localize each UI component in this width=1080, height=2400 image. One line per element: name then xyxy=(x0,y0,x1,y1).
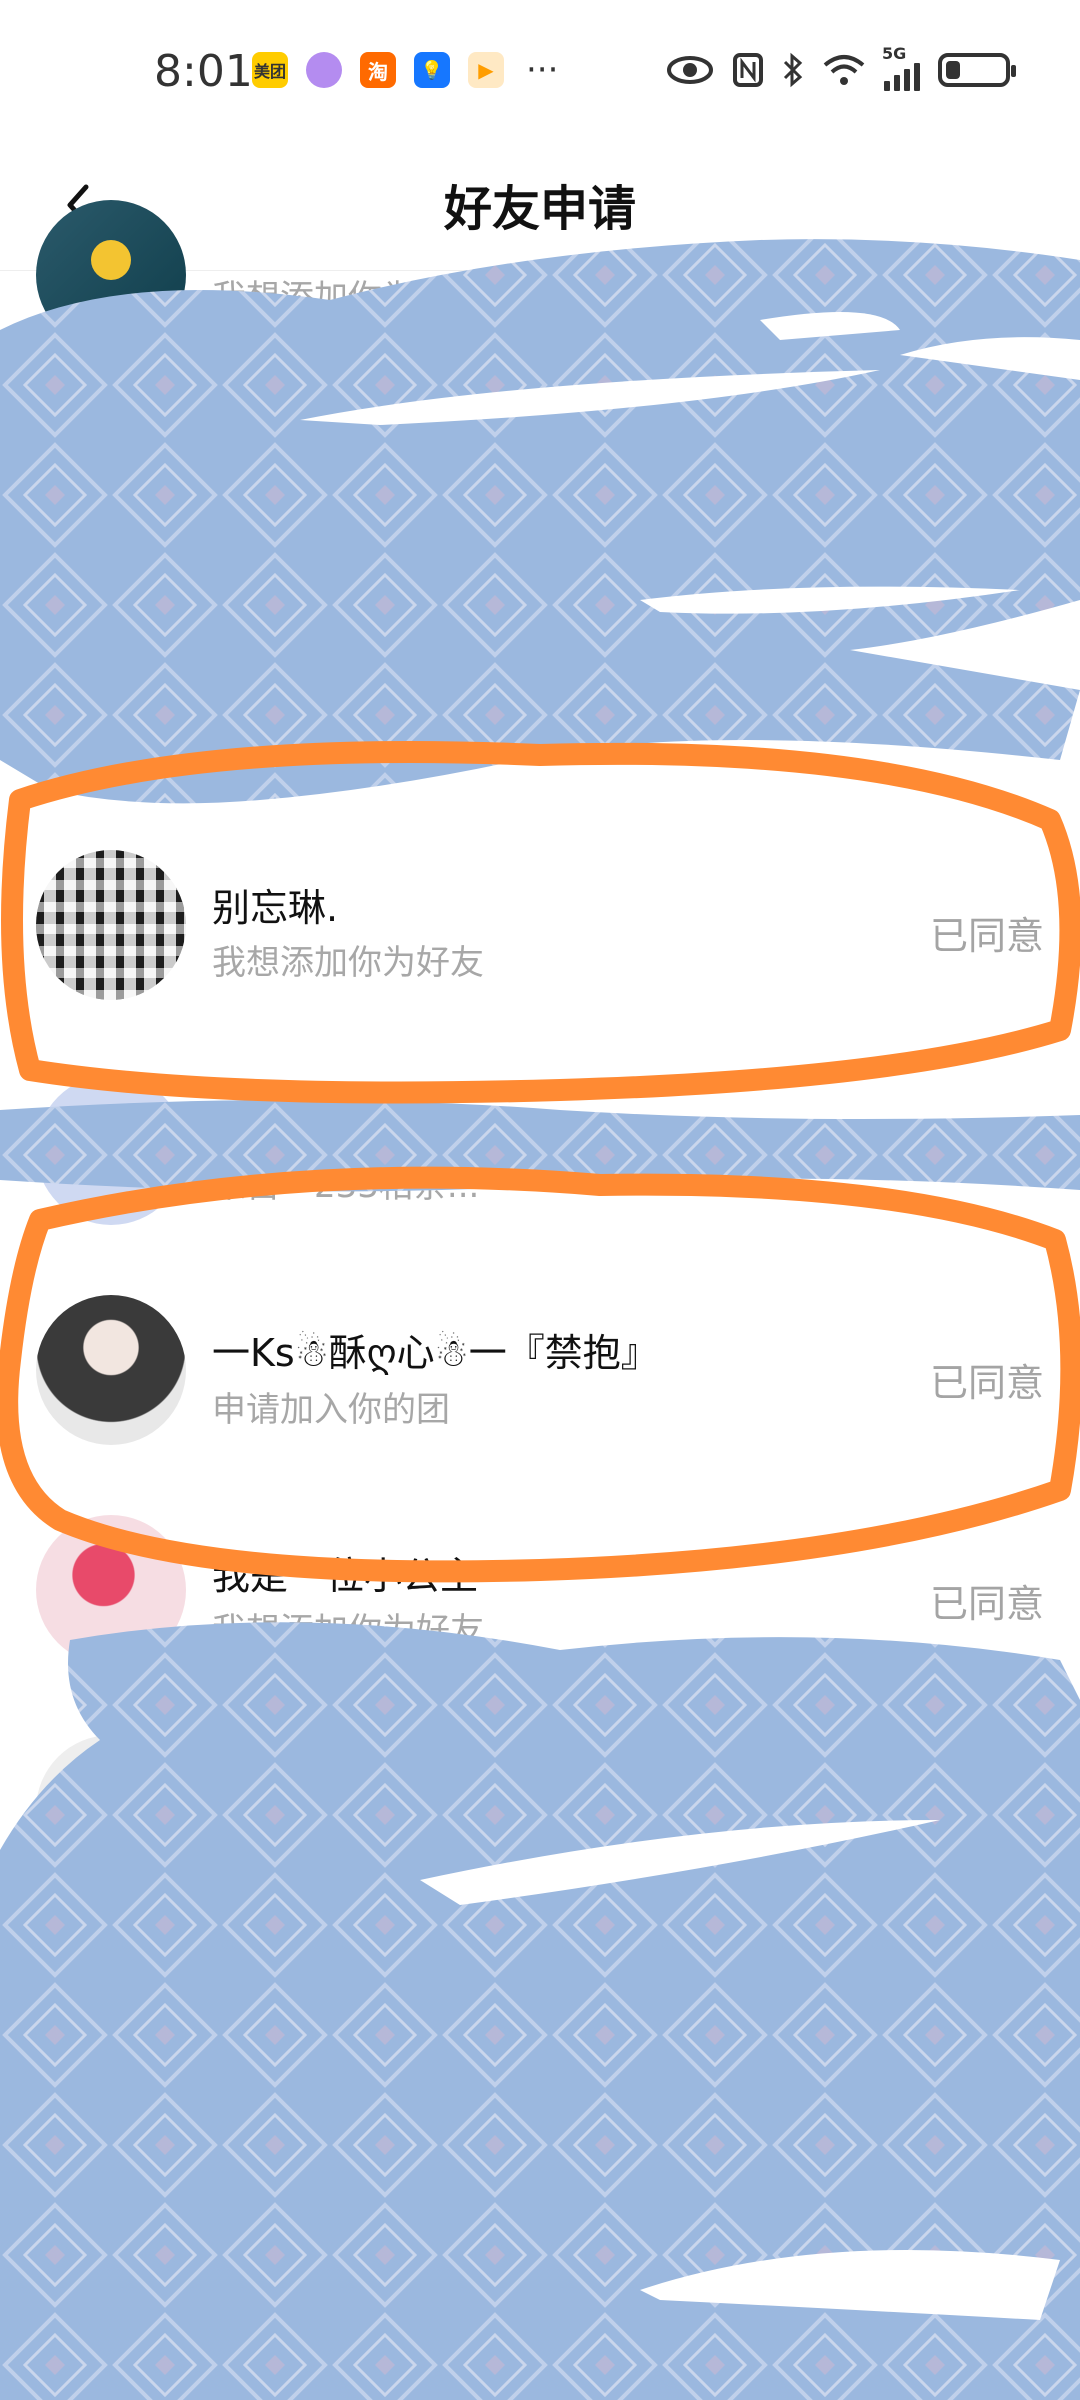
wifi-icon xyxy=(822,50,866,90)
request-message: 来自「233相亲... xyxy=(212,1166,480,1206)
request-message: 申请加入你的团 xyxy=(212,1390,450,1430)
request-status: 已同意 xyxy=(929,1582,1044,1626)
list-item[interactable]: 已同意 xyxy=(0,1705,1080,1925)
nfc-icon xyxy=(732,50,764,90)
notification-app-icons: 美团 淘 💡 ▶ ··· xyxy=(252,52,558,88)
bulb-icon: 💡 xyxy=(414,52,450,88)
bluetooth-icon xyxy=(782,50,804,90)
meituan-icon: 美团 xyxy=(252,52,288,88)
status-bar: 8:01 美团 淘 💡 ▶ ··· 5G xyxy=(0,0,1080,145)
requester-name: 一Ks☃酥ღ心☃一『禁抱』 xyxy=(212,1331,659,1375)
avatar xyxy=(36,1075,186,1225)
list-item[interactable]: 我是一位小公主 我想添加你为好友 已同意 xyxy=(0,1485,1080,1705)
request-status: 已同意 xyxy=(929,2241,1044,2285)
taobao-icon: 淘 xyxy=(360,52,396,88)
avatar xyxy=(36,1295,186,1445)
requester-name: 我是一位小公主 xyxy=(212,1554,479,1598)
avatar xyxy=(36,850,186,1000)
avatar xyxy=(36,2170,186,2320)
avatar xyxy=(36,1515,186,1665)
top-redaction-gap xyxy=(640,586,1020,614)
status-time: 8:01 xyxy=(154,46,253,97)
avatar xyxy=(36,200,186,350)
more-notifications-icon: ··· xyxy=(526,50,559,90)
request-status: 已同意 xyxy=(929,1139,1044,1183)
cellular-signal-icon: 5G xyxy=(882,44,920,91)
list-item[interactable]: 已同意 xyxy=(0,2150,1080,2370)
list-item[interactable]: 一Ks☃酥ღ心☃一『禁抱』 申请加入你的团 已同意 xyxy=(0,1260,1080,1480)
request-message: 我想添加你为好友 xyxy=(212,943,484,983)
planet-icon xyxy=(306,52,342,88)
request-status: 已同意 xyxy=(929,1361,1044,1405)
avatar xyxy=(36,1735,186,1885)
battery-icon xyxy=(938,53,1016,87)
request-status: 已同意 xyxy=(929,259,1044,303)
eye-icon xyxy=(666,50,714,90)
list-item[interactable]: 别忘琳. 我想添加你为好友 已同意 xyxy=(0,815,1080,1035)
list-item[interactable]: 来自「233相亲... 已同意 xyxy=(0,1050,1080,1270)
list-item[interactable]: 我想添加你为好友 已同意 xyxy=(0,200,1080,430)
requester-name: 别忘琳. xyxy=(212,886,339,930)
network-type-label: 5G xyxy=(882,44,907,63)
video-play-icon: ▶ xyxy=(468,52,504,88)
battery-level xyxy=(946,61,960,79)
request-message: 我想添加你为好友 xyxy=(212,278,484,318)
request-status: 已同意 xyxy=(929,914,1044,958)
system-status-icons: 5G xyxy=(666,44,1016,91)
request-message: 我想添加你为好友 xyxy=(212,1611,484,1651)
request-status: 已同意 xyxy=(929,1802,1044,1846)
